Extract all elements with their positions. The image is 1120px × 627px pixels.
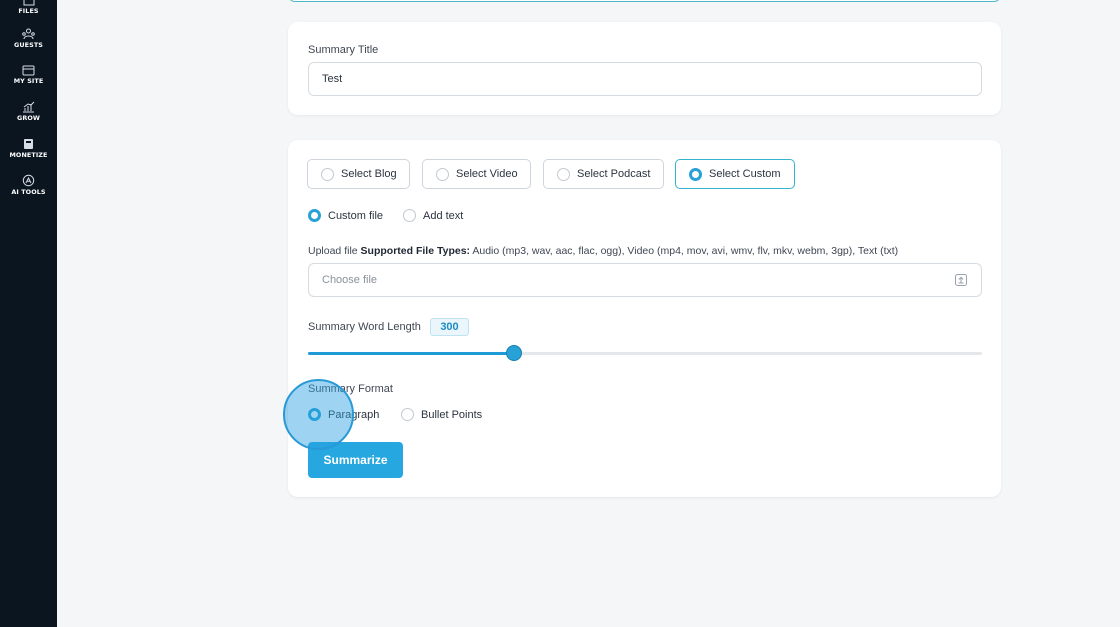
- select-custom-label: Select Custom: [709, 168, 781, 180]
- paragraph-label: Paragraph: [328, 408, 380, 421]
- summary-settings-card: Select Blog Select Video Select Podcast …: [288, 140, 1001, 497]
- sidebar-item-label: MONETIZE: [9, 151, 48, 159]
- supported-types-heading: Supported File Types:: [360, 245, 471, 257]
- paragraph-option[interactable]: Paragraph: [308, 408, 379, 421]
- sidebar-item-label: FILES: [18, 7, 39, 15]
- summary-format-label: Summary Format: [308, 383, 393, 395]
- select-podcast-option[interactable]: Select Podcast: [543, 159, 664, 189]
- select-video-option[interactable]: Select Video: [422, 159, 531, 189]
- sidebar-item-label: GUESTS: [14, 41, 43, 49]
- add-text-label: Add text: [423, 209, 464, 222]
- summary-title-label: Summary Title: [308, 44, 379, 56]
- supported-types-text: Audio (mp3, wav, aac, flac, ogg), Video …: [472, 245, 899, 257]
- select-blog-radio[interactable]: [321, 167, 334, 181]
- summary-title-card: Summary Title: [288, 22, 1001, 115]
- file-upload-field[interactable]: Choose file: [308, 263, 982, 297]
- bullet-points-label: Bullet Points: [421, 408, 483, 421]
- sidebar-item-guests[interactable]: GUESTS: [0, 28, 57, 49]
- word-length-label: Summary Word Length: [308, 321, 421, 333]
- upload-icon[interactable]: [955, 274, 967, 286]
- paragraph-radio[interactable]: [308, 408, 321, 421]
- word-length-value-badge: 300: [430, 318, 469, 336]
- select-podcast-label: Select Podcast: [577, 168, 651, 180]
- sidebar-item-label: GROW: [16, 114, 41, 122]
- sidebar-item-grow[interactable]: GROW: [0, 101, 57, 122]
- upload-file-label: Upload file Supported File Types: Audio …: [308, 245, 898, 257]
- add-text-option[interactable]: Add text: [403, 209, 463, 222]
- select-blog-label: Select Blog: [341, 168, 397, 180]
- select-video-label: Select Video: [456, 168, 518, 180]
- sidebar-item-ai-tools[interactable]: AI TOOLS: [0, 174, 57, 196]
- sidebar-item-my-site[interactable]: MY SITE: [0, 65, 57, 85]
- summary-title-input[interactable]: [308, 62, 982, 96]
- sidebar-item-files[interactable]: FILES: [0, 0, 57, 15]
- select-video-radio[interactable]: [436, 167, 449, 181]
- custom-file-label: Custom file: [328, 209, 384, 222]
- custom-file-radio[interactable]: [308, 209, 321, 222]
- select-custom-option[interactable]: Select Custom: [675, 159, 795, 189]
- add-text-radio[interactable]: [403, 209, 416, 222]
- summarize-button[interactable]: Summarize: [308, 442, 403, 478]
- sidebar-item-label: AI TOOLS: [11, 188, 46, 196]
- slider-thumb[interactable]: [505, 345, 522, 361]
- file-upload-placeholder: Choose file: [322, 274, 378, 286]
- sidebar-item-monetize[interactable]: MONETIZE: [0, 138, 57, 159]
- select-custom-radio[interactable]: [689, 167, 702, 181]
- previous-card-edge: [288, 0, 1001, 2]
- monetize-icon: [24, 139, 33, 149]
- folder-icon: [23, 0, 34, 6]
- upload-label-text: Upload file: [308, 245, 358, 257]
- bullet-points-option[interactable]: Bullet Points: [401, 408, 482, 421]
- select-podcast-radio[interactable]: [557, 167, 570, 181]
- word-length-slider[interactable]: [308, 345, 982, 361]
- sidebar-item-label: MY SITE: [13, 77, 44, 85]
- growth-chart-icon: [23, 101, 35, 113]
- sidebar: FILES GUESTS MY SITE GROW MONETIZE AI TO…: [0, 0, 57, 627]
- custom-file-option[interactable]: Custom file: [308, 209, 383, 222]
- slider-fill: [308, 352, 514, 355]
- browser-window-icon: [22, 65, 35, 76]
- select-blog-option[interactable]: Select Blog: [307, 159, 410, 189]
- bullet-points-radio[interactable]: [401, 408, 414, 421]
- ai-tools-icon: [22, 174, 35, 187]
- guests-icon: [22, 28, 35, 40]
